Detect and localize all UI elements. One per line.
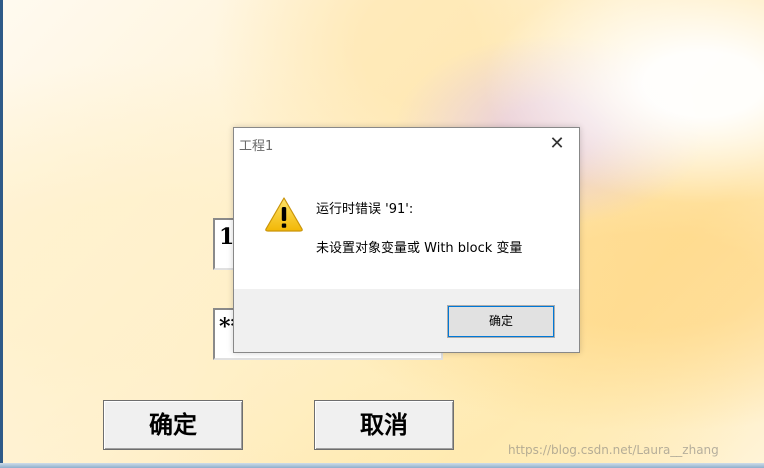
dialog-title: 工程1 [239,139,274,154]
form-ok-button[interactable]: 确定 [103,400,243,450]
window-left-border [0,0,3,468]
watermark-text: https://blog.csdn.net/Laura__zhang [508,443,719,457]
close-icon[interactable]: ✕ [539,130,575,158]
form-cancel-button[interactable]: 取消 [314,400,454,450]
error-code-text: 运行时错误 '91': [316,202,414,217]
dialog-footer: 确定 [234,289,579,352]
dialog-ok-button[interactable]: 确定 [447,305,555,338]
taskbar-edge [0,463,764,468]
error-message-text: 未设置对象变量或 With block 变量 [316,241,523,256]
warning-icon [265,197,303,232]
error-dialog: 工程1 ✕ 运行时错误 '91': 未设置对象变量或 With block 变量… [233,127,580,353]
